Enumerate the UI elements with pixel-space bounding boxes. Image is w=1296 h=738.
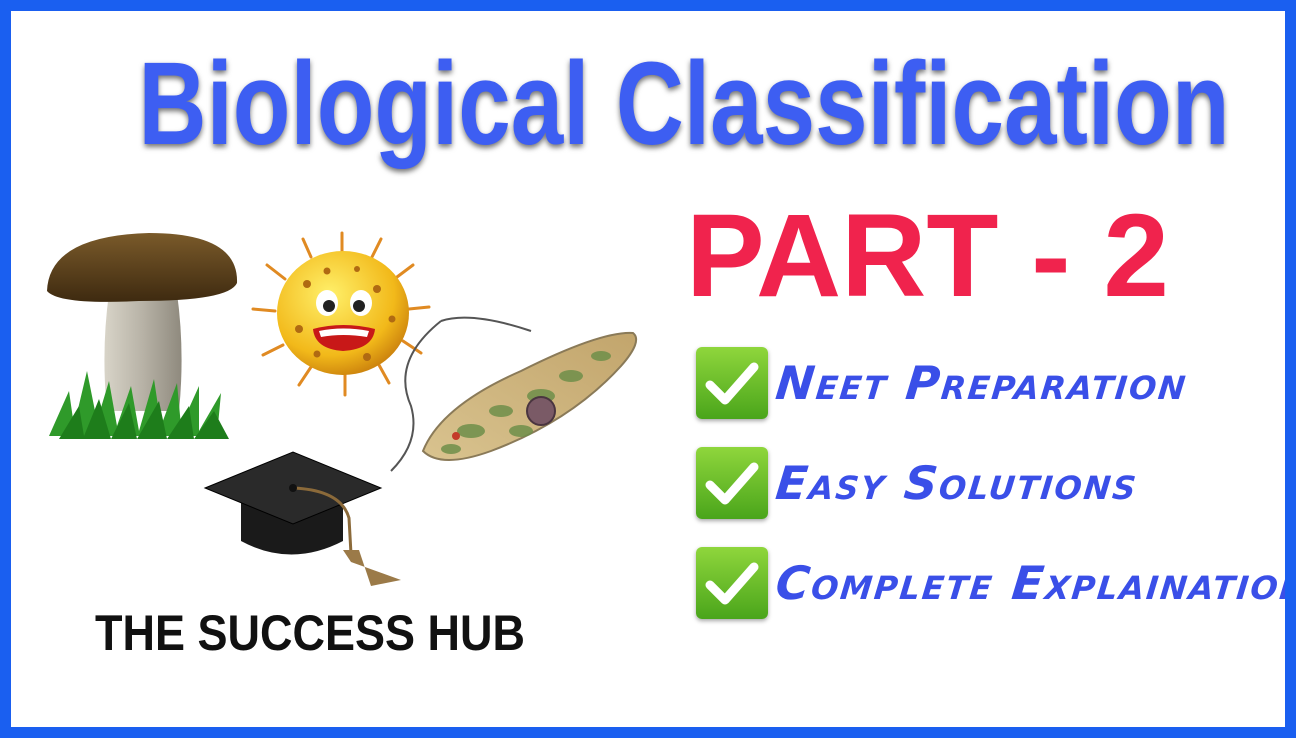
brand-name: THE SUCCESS HUB [95, 605, 526, 661]
check-mark-icon [696, 347, 768, 419]
euglena-icon [390, 316, 637, 472]
feature-label: Complete Explaination [773, 556, 1296, 610]
thumbnail-frame: Biological Classification PART - 2 THE S… [0, 0, 1296, 738]
check-mark-icon [696, 447, 768, 519]
part-subtitle: PART - 2 [686, 190, 1169, 322]
feature-label: Easy Solutions [773, 456, 1141, 510]
page-title: Biological Classification [138, 38, 1230, 170]
feature-label: Neet Preparation [773, 356, 1191, 410]
check-mark-icon [696, 547, 768, 619]
mushroom-icon [47, 233, 238, 439]
graduation-cap-icon [203, 451, 401, 586]
